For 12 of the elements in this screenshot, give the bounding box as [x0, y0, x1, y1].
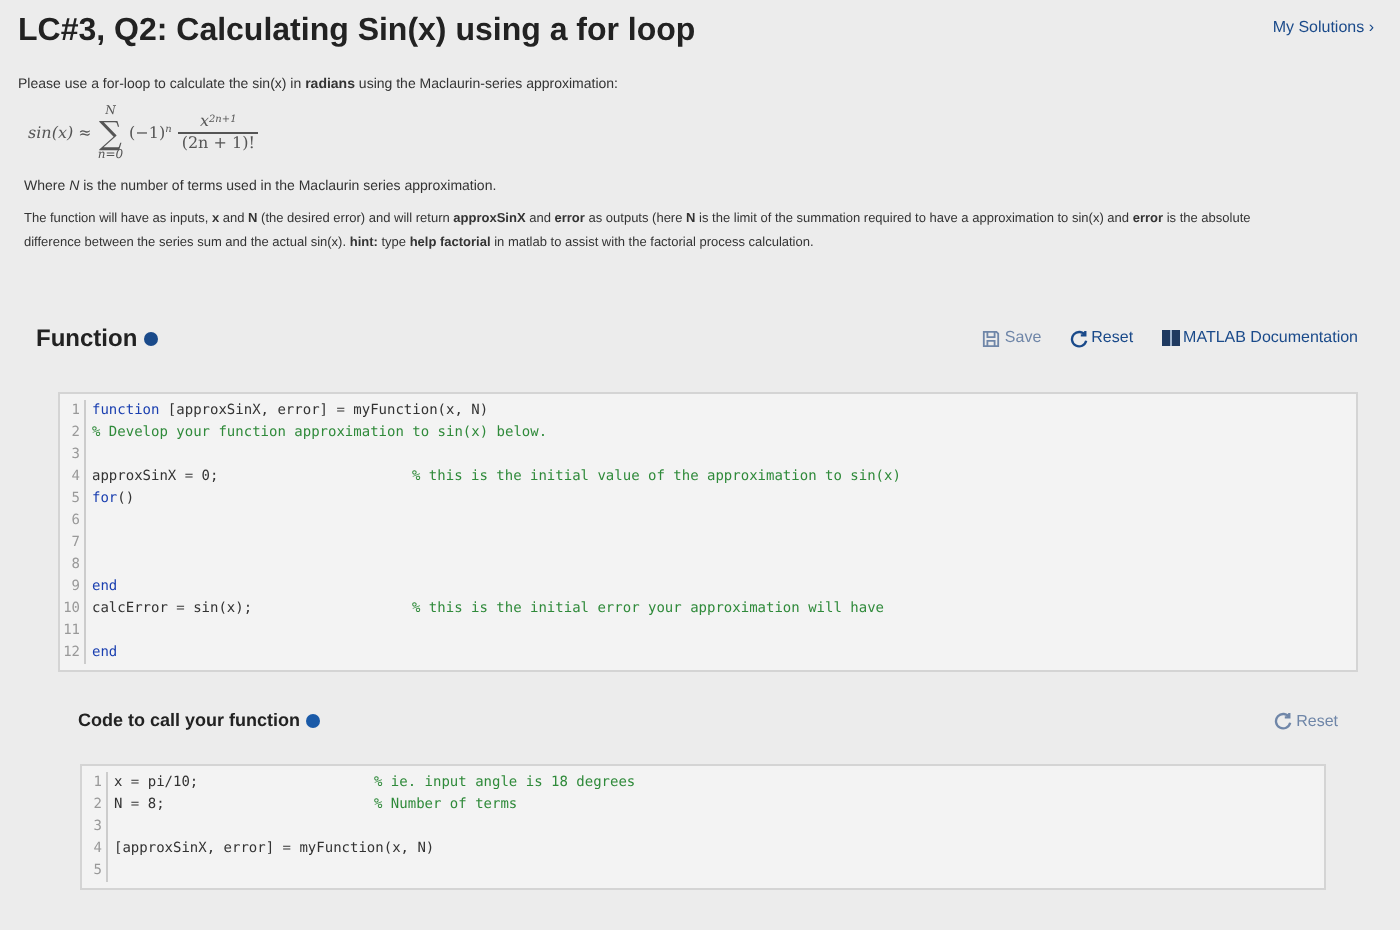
- book-icon: [1161, 330, 1180, 346]
- save-icon: [982, 329, 1001, 347]
- reset-button[interactable]: Reset: [1069, 326, 1134, 350]
- section-heading: Code to call your function: [78, 708, 301, 734]
- reset-icon: [1069, 329, 1088, 347]
- help-icon[interactable]: [306, 714, 321, 729]
- page-title: LC#3, Q2: Calculating Sin(x) using a for loop: [18, 12, 696, 52]
- my-solutions-link[interactable]: My Solutions ›: [1272, 16, 1374, 40]
- reset-icon: [1274, 712, 1293, 731]
- section-heading: Function: [36, 322, 138, 356]
- help-icon[interactable]: [143, 331, 158, 345]
- docs-button[interactable]: MATLAB Documentation: [1161, 326, 1358, 350]
